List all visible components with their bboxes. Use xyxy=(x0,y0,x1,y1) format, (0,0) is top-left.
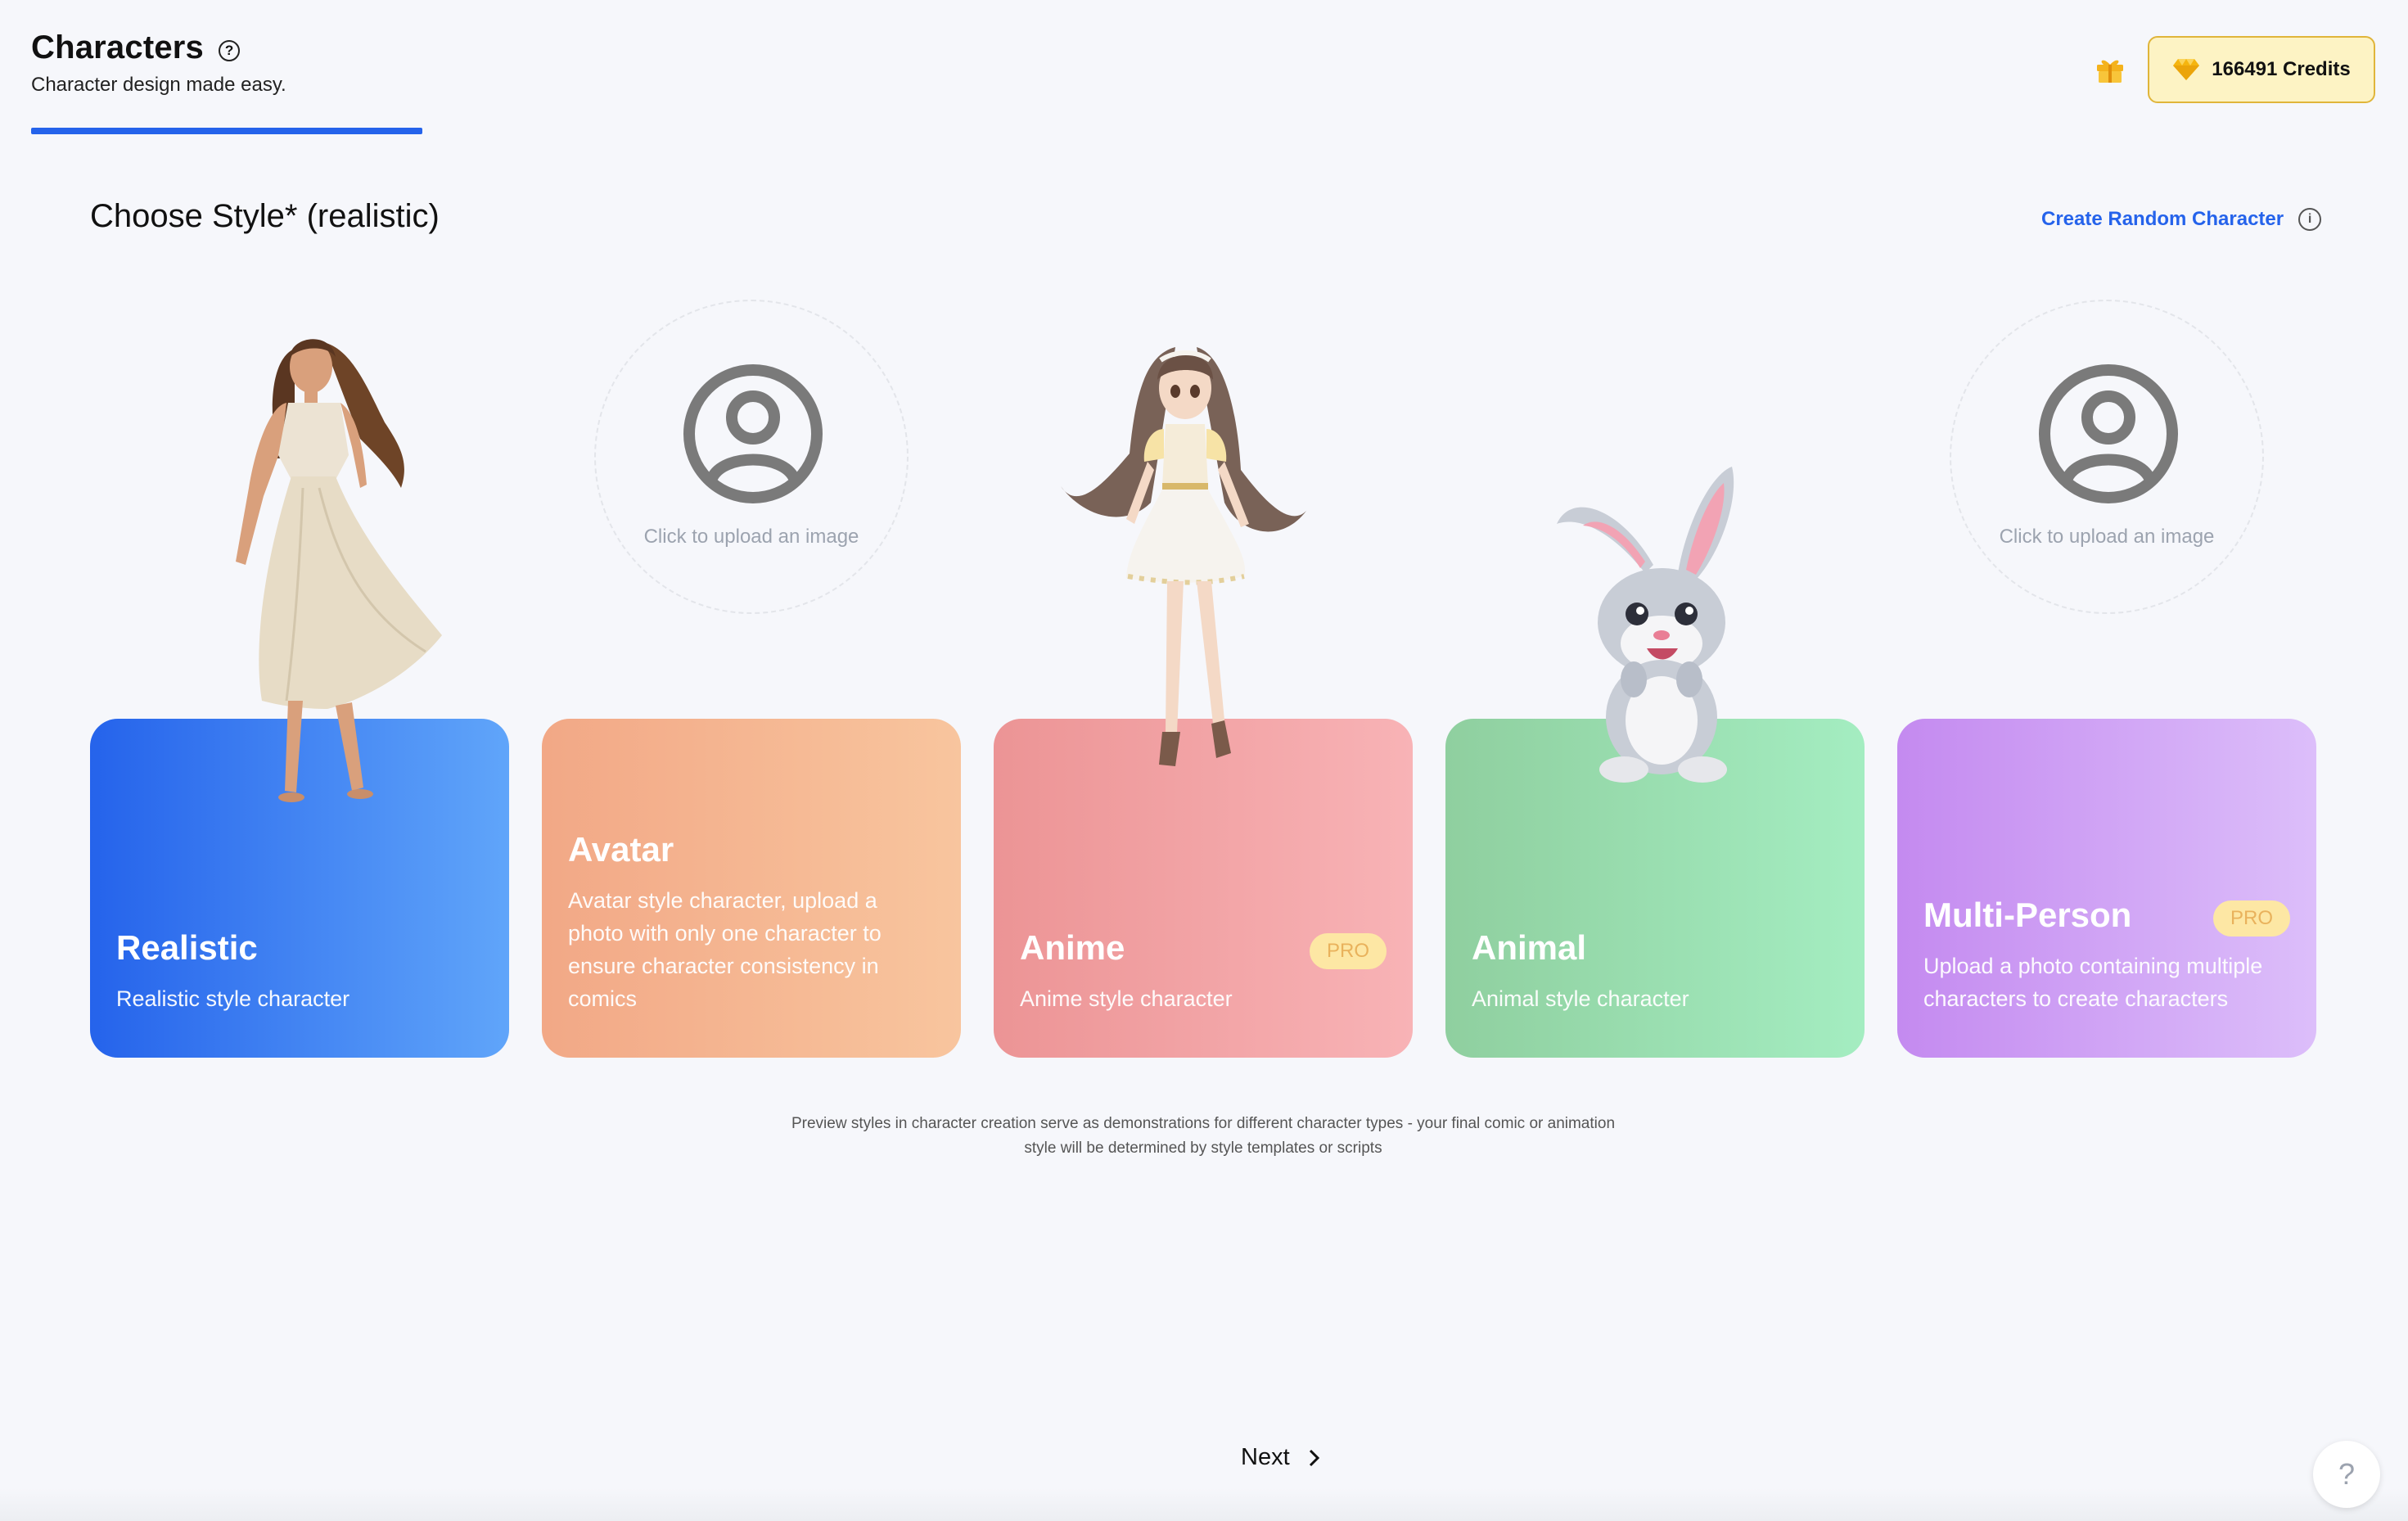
user-avatar-icon xyxy=(2039,364,2178,503)
choose-style-title: Choose Style* (realistic) xyxy=(90,198,440,234)
style-card-avatar[interactable]: Avatar Avatar style character, upload a … xyxy=(542,719,961,1058)
create-random-character-link[interactable]: Create Random Character i xyxy=(2041,208,2322,231)
question-icon: ? xyxy=(2338,1457,2356,1491)
bottom-fade xyxy=(0,1488,2408,1521)
realistic-character-image xyxy=(236,339,442,802)
upload-hint: Click to upload an image xyxy=(1999,526,2215,548)
page-header: Characters ? xyxy=(31,29,241,66)
card-title: Anime xyxy=(1020,928,1125,967)
create-random-label: Create Random Character xyxy=(2041,208,2284,230)
next-button[interactable]: Next xyxy=(1241,1444,1321,1471)
help-fab-button[interactable]: ? xyxy=(2313,1441,2380,1508)
card-title: Avatar xyxy=(568,830,674,869)
credits-label: 166491 Credits xyxy=(2212,58,2351,80)
credits-button[interactable]: 166491 Credits xyxy=(2148,36,2375,103)
card-desc: Realistic style character xyxy=(116,986,350,1011)
animal-character-image xyxy=(1557,467,1734,783)
card-desc: Upload a photo containing multiple chara… xyxy=(1923,954,2263,1011)
next-label: Next xyxy=(1241,1444,1290,1470)
card-desc: Anime style character xyxy=(1020,986,1233,1011)
header-progress-underline xyxy=(31,128,422,134)
upload-hint: Click to upload an image xyxy=(643,526,859,548)
style-preview-note: Preview styles in character creation ser… xyxy=(791,1115,1616,1157)
user-avatar-icon xyxy=(683,364,823,503)
card-desc: Animal style character xyxy=(1472,986,1689,1011)
card-desc: Avatar style character, upload a photo w… xyxy=(568,888,882,1011)
card-title: Realistic xyxy=(116,928,258,967)
page-subtitle: Character design made easy. xyxy=(31,74,286,96)
characters-page: Characters ? Character design made easy.… xyxy=(0,0,2408,1521)
card-title: Animal xyxy=(1472,928,1587,967)
card-title: Multi-Person xyxy=(1923,896,2132,934)
info-icon[interactable]: i xyxy=(2298,208,2322,231)
help-icon[interactable]: ? xyxy=(219,39,241,61)
page-title: Characters xyxy=(31,29,205,65)
chevron-right-icon xyxy=(1309,1449,1319,1466)
upload-multi-person-image[interactable]: Click to upload an image xyxy=(1950,300,2264,614)
pro-badge: PRO xyxy=(2213,900,2290,937)
upload-avatar-image[interactable]: Click to upload an image xyxy=(594,300,909,614)
pro-badge: PRO xyxy=(1310,933,1387,969)
anime-character-image xyxy=(1061,347,1306,766)
gift-icon[interactable] xyxy=(2095,56,2125,83)
style-card-multi-person[interactable]: Multi-Person PRO Upload a photo containi… xyxy=(1897,719,2316,1058)
diamond-icon xyxy=(2173,59,2200,80)
